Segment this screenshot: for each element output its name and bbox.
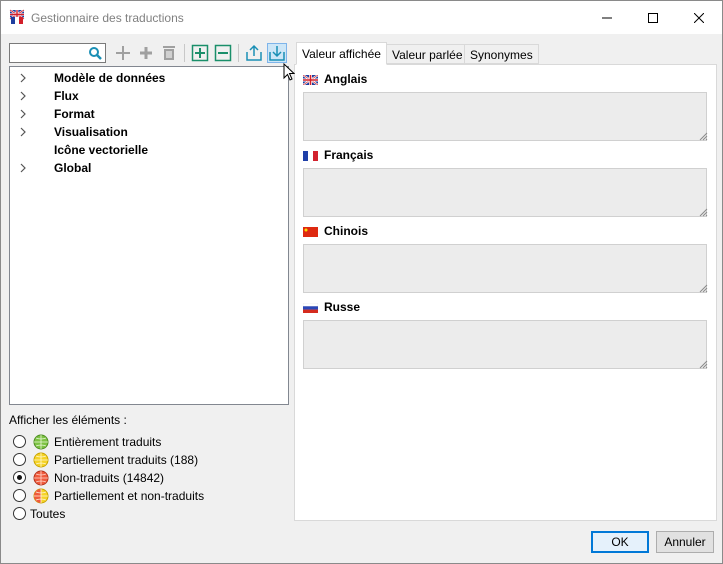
radio-button[interactable]: [13, 453, 26, 466]
tree-item-visualisation[interactable]: Visualisation: [10, 123, 288, 141]
russia-flag-icon: [303, 303, 318, 313]
import-icon[interactable]: [267, 43, 287, 63]
uk-flag-icon: [303, 75, 318, 85]
delete-icon[interactable]: [160, 44, 178, 62]
language-label-anglais: Anglais: [303, 72, 367, 86]
add-child-icon[interactable]: [137, 44, 155, 62]
tab-valeur-parlee[interactable]: Valeur parlée: [386, 44, 469, 64]
globe-green-icon: [33, 434, 49, 450]
filter-option-partial-and-not-translated[interactable]: Partiellement et non-traduits: [13, 487, 283, 505]
globe-red-yellow-icon: [33, 488, 49, 504]
maximize-icon: [648, 12, 658, 23]
radio-button[interactable]: [13, 489, 26, 502]
translation-field-francais[interactable]: [303, 168, 707, 217]
language-label-russe: Russe: [303, 300, 360, 314]
tab-synonymes[interactable]: Synonymes: [464, 44, 539, 64]
translation-field-anglais[interactable]: [303, 92, 707, 141]
chevron-right-icon: [20, 73, 26, 83]
app-flag-icon: [9, 9, 25, 25]
minimize-icon: [602, 17, 612, 18]
tree-item-label: Global: [54, 161, 92, 175]
tree-item-label: Icône vectorielle: [54, 143, 149, 157]
minimize-button[interactable]: [584, 1, 630, 34]
resize-grip-icon[interactable]: [698, 131, 708, 141]
tree-item-flux[interactable]: Flux: [10, 87, 288, 105]
chevron-right-icon: [20, 163, 26, 173]
globe-red-icon: [33, 470, 49, 486]
tree-item-label: Flux: [54, 89, 79, 103]
filter-option-label: Toutes: [30, 507, 66, 521]
close-button[interactable]: [676, 1, 722, 34]
tab-panel: Anglais Français Chinois Russe: [294, 64, 717, 521]
ok-button[interactable]: OK: [591, 531, 649, 553]
title-bar[interactable]: Gestionnaire des traductions: [1, 1, 722, 34]
collapse-all-icon[interactable]: [214, 44, 232, 62]
translation-tree[interactable]: Modèle de données Flux Format Visualisat…: [9, 66, 289, 405]
close-icon: [694, 12, 704, 23]
tree-item-modele[interactable]: Modèle de données: [10, 69, 288, 87]
maximize-button[interactable]: [630, 1, 676, 34]
tree-item-label: Format: [54, 107, 95, 121]
filter-option-all[interactable]: Toutes: [13, 505, 283, 523]
filter-option-partially-translated[interactable]: Partiellement traduits (188): [13, 451, 283, 469]
search-icon[interactable]: [88, 46, 102, 63]
window-title: Gestionnaire des traductions: [31, 11, 184, 25]
resize-grip-icon[interactable]: [698, 207, 708, 217]
radio-button[interactable]: [13, 507, 26, 520]
toolbar-separator: [184, 44, 185, 62]
filter-title: Afficher les éléments :: [9, 413, 127, 427]
expand-all-icon[interactable]: [191, 44, 209, 62]
tree-item-icone-vectorielle[interactable]: Icône vectorielle: [10, 141, 288, 159]
tab-valeur-affichee[interactable]: Valeur affichée: [296, 42, 387, 65]
filter-option-not-translated[interactable]: Non-traduits (14842): [13, 469, 283, 487]
toolbar-separator: [238, 44, 239, 62]
tree-item-global[interactable]: Global: [10, 159, 288, 177]
mouse-cursor-icon: [283, 63, 295, 81]
filter-option-fully-translated[interactable]: Entièrement traduits: [13, 433, 283, 451]
tree-item-format[interactable]: Format: [10, 105, 288, 123]
radio-button[interactable]: [13, 435, 26, 448]
france-flag-icon: [303, 151, 318, 161]
globe-yellow-icon: [33, 452, 49, 468]
tree-item-label: Visualisation: [54, 125, 128, 139]
filter-option-label: Partiellement et non-traduits: [54, 489, 205, 503]
resize-grip-icon[interactable]: [698, 283, 708, 293]
translation-manager-window: Gestionnaire des traductions Modèle de d…: [0, 0, 723, 564]
filter-option-label: Partiellement traduits (188): [54, 453, 199, 467]
export-icon[interactable]: [245, 44, 263, 62]
filter-option-label: Entièrement traduits: [54, 435, 162, 449]
translation-field-chinois[interactable]: [303, 244, 707, 293]
filter-option-label: Non-traduits (14842): [54, 471, 165, 485]
radio-button-checked[interactable]: [13, 471, 26, 484]
china-flag-icon: [303, 227, 318, 237]
add-icon[interactable]: [114, 44, 132, 62]
chevron-right-icon: [20, 127, 26, 137]
resize-grip-icon[interactable]: [698, 359, 708, 369]
chevron-right-icon: [20, 91, 26, 101]
language-label-chinois: Chinois: [303, 224, 368, 238]
language-label-francais: Français: [303, 148, 373, 162]
chevron-right-icon: [20, 109, 26, 119]
tree-item-label: Modèle de données: [54, 71, 166, 85]
cancel-button[interactable]: Annuler: [656, 531, 714, 553]
translation-field-russe[interactable]: [303, 320, 707, 369]
